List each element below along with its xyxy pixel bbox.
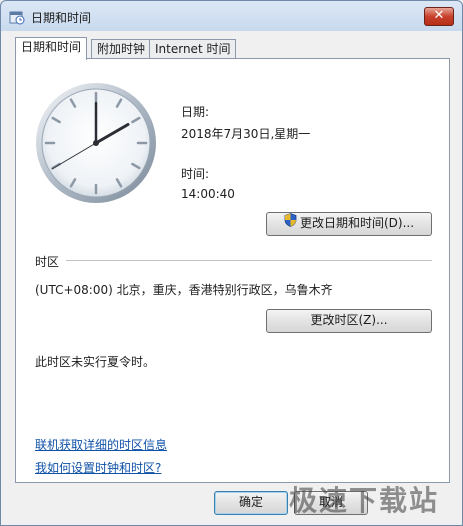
online-timezone-info-link[interactable]: 联机获取详细的时区信息 — [35, 436, 167, 453]
how-to-set-clock-link[interactable]: 我如何设置时钟和时区? — [35, 459, 161, 476]
date-label: 日期: — [181, 105, 210, 119]
date-value: 2018年7月30日,星期一 — [181, 127, 311, 141]
dst-note: 此时区未实行夏令时。 — [35, 355, 156, 369]
ok-button[interactable]: 确定 — [214, 491, 288, 515]
watermark: 极速下载站 — [289, 484, 440, 517]
change-timezone-button[interactable]: 更改时区(Z)... — [266, 309, 432, 333]
tab-additional-clocks[interactable]: 附加时钟 — [91, 39, 152, 59]
change-date-time-label: 更改日期和时间(D)... — [299, 216, 415, 230]
tab-date-time[interactable]: 日期和时间 — [15, 37, 88, 60]
tab-panel: 日期: 2018年7月30日,星期一 时间: 14:00:40 更改日期和时间(… — [15, 58, 450, 483]
calendar-clock-icon — [9, 9, 25, 25]
close-button[interactable]: ✕ — [424, 7, 454, 26]
analog-clock — [34, 81, 158, 205]
close-icon: ✕ — [433, 8, 445, 23]
timezone-section-label: 时区 — [35, 255, 60, 269]
timezone-divider — [66, 260, 432, 261]
window-title: 日期和时间 — [31, 11, 92, 25]
uac-shield-icon — [284, 213, 297, 234]
title-bar: 日期和时间 ✕ — [1, 1, 462, 31]
change-date-time-button[interactable]: 更改日期和时间(D)... — [266, 212, 432, 236]
date-time-dialog: 日期和时间 ✕ 日期和时间 附加时钟 Internet 时间 日期: 2018年… — [0, 0, 463, 526]
timezone-value: (UTC+08:00) 北京，重庆，香港特别行政区，乌鲁木齐 — [35, 283, 333, 297]
tab-internet-time[interactable]: Internet 时间 — [149, 39, 237, 59]
time-value: 14:00:40 — [181, 187, 235, 201]
time-label: 时间: — [181, 167, 210, 181]
